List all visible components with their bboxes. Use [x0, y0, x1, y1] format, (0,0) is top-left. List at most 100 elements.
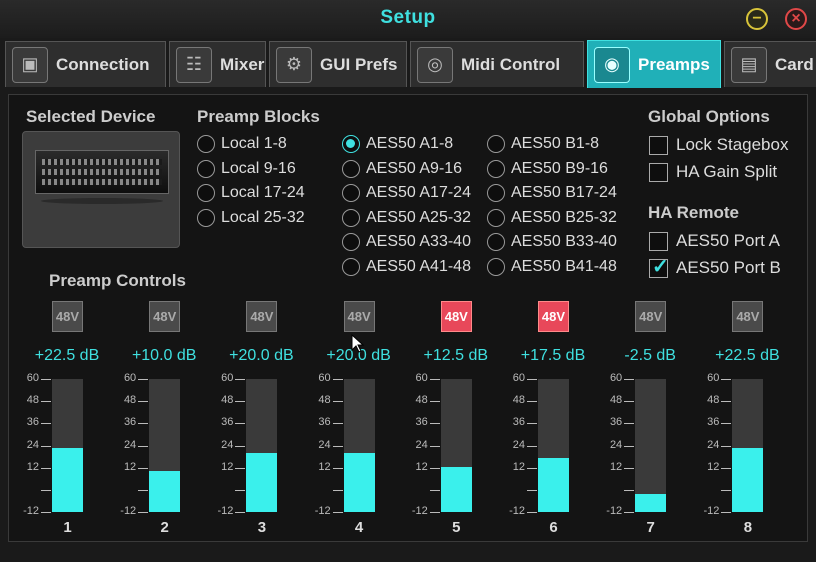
- radio-label: Local 17-24: [221, 184, 305, 201]
- gain-meter[interactable]: 60 48 36 24 12 -12 2: [116, 372, 208, 536]
- radio-icon[interactable]: [197, 159, 215, 178]
- radio-selected-icon[interactable]: [342, 135, 360, 153]
- scale-tick-line: [624, 401, 635, 403]
- title-bar[interactable]: Setup − ×: [0, 0, 816, 38]
- scale-tick-label: 24: [123, 438, 137, 451]
- radio-icon[interactable]: [487, 184, 505, 202]
- meter-track[interactable]: [52, 379, 83, 512]
- radio-icon[interactable]: [342, 233, 360, 251]
- gain-meter[interactable]: 60 48 36 24 12 -12 4: [311, 372, 403, 536]
- preamp-block-radio[interactable]: AES50 B1-8: [487, 133, 599, 155]
- gain-readout: +22.5 dB: [34, 347, 100, 364]
- checkbox-box[interactable]: [649, 162, 668, 182]
- option-checkbox[interactable]: HA Gain Split: [649, 161, 777, 183]
- phantom-48v-button[interactable]: 48V: [343, 301, 375, 332]
- scale-tick-label: -12: [23, 505, 39, 517]
- checkbox-box[interactable]: ✓: [649, 256, 669, 278]
- gain-meter[interactable]: 60 48 36 24 12 -12 8: [699, 372, 791, 536]
- preamp-block-radio[interactable]: AES50 A25-32: [342, 207, 471, 229]
- preamp-block-radio[interactable]: AES50 A17-24: [342, 182, 471, 204]
- checkbox-box[interactable]: [649, 135, 668, 155]
- tab-bar: ▣ Connection ☷ Mixer ⚙ GUI Prefs ◎ Midi …: [0, 38, 816, 88]
- radio-icon[interactable]: [342, 208, 360, 227]
- gain-meter[interactable]: 60 48 36 24 12 -12 5: [408, 372, 500, 536]
- radio-icon[interactable]: [197, 135, 215, 153]
- gain-meter[interactable]: 60 48 36 24 12 -12 1: [19, 372, 111, 536]
- gain-meter[interactable]: 60 48 36 24 12 -12 6: [505, 372, 597, 536]
- scale-tick-line: [624, 467, 635, 469]
- radio-icon[interactable]: [487, 135, 505, 153]
- option-checkbox[interactable]: AES50 Port A: [649, 230, 780, 252]
- preamp-block-radio[interactable]: Local 1-8: [197, 133, 287, 155]
- scale-tick-line: [235, 401, 246, 403]
- scale-tick-line: [527, 445, 537, 447]
- option-checkbox[interactable]: ✓ AES50 Port B: [649, 256, 781, 279]
- radio-label: AES50 B25-32: [511, 208, 617, 226]
- preamp-block-radio[interactable]: AES50 B9-16: [487, 158, 608, 180]
- preamp-block-radio[interactable]: AES50 A9-16: [342, 158, 462, 180]
- meter-track[interactable]: [538, 379, 569, 512]
- minimize-button[interactable]: −: [746, 8, 768, 30]
- scale-tick-label: 36: [512, 416, 525, 429]
- window-title: Setup: [380, 7, 436, 28]
- preamp-block-radio[interactable]: AES50 B41-48: [487, 256, 617, 278]
- phantom-48v-button[interactable]: 48V: [52, 301, 83, 332]
- meter-track[interactable]: [440, 379, 472, 512]
- preamp-block-radio[interactable]: AES50 A33-40: [342, 231, 471, 253]
- preamp-block-radio[interactable]: Local 9-16: [197, 158, 296, 180]
- preamp-block-radio[interactable]: Local 25-32: [197, 207, 305, 229]
- preamp-block-radio[interactable]: AES50 A1-8: [342, 133, 453, 155]
- meter-track[interactable]: [732, 379, 764, 512]
- scale-tick-line: [527, 401, 537, 403]
- gain-meter[interactable]: 60 48 36 24 12 -12 3: [213, 372, 305, 536]
- scale-tick-label: 48: [26, 394, 39, 407]
- tab-connection[interactable]: ▣ Connection: [5, 41, 166, 87]
- phantom-48v-button[interactable]: 48V: [149, 301, 181, 332]
- checkbox-box[interactable]: [649, 231, 668, 251]
- preamp-block-radio[interactable]: Local 17-24: [197, 182, 305, 204]
- phantom-48v-button[interactable]: 48V: [635, 301, 667, 332]
- radio-icon[interactable]: [487, 233, 505, 251]
- phantom-48v-button[interactable]: 48V: [538, 301, 569, 332]
- checkbox-label: Lock Stagebox: [676, 135, 789, 154]
- tab-midi-control[interactable]: ◎ Midi Control: [410, 41, 584, 87]
- phantom-48v-button[interactable]: 48V: [246, 301, 278, 332]
- meter-track[interactable]: [149, 379, 181, 512]
- meter-track[interactable]: [343, 379, 375, 512]
- tab-gui-prefs[interactable]: ⚙ GUI Prefs: [269, 41, 407, 87]
- scale-tick-line: [138, 467, 149, 469]
- preamp-block-radio[interactable]: AES50 B33-40: [487, 231, 617, 253]
- radio-icon[interactable]: [197, 208, 215, 227]
- radio-label: AES50 A41-48: [366, 257, 471, 275]
- preamp-block-radio[interactable]: AES50 B17-24: [487, 182, 617, 204]
- phantom-48v-button[interactable]: 48V: [440, 301, 472, 332]
- meter-track[interactable]: [635, 379, 667, 512]
- radio-icon[interactable]: [342, 184, 360, 202]
- close-button[interactable]: ×: [785, 8, 807, 30]
- channel-number: 4: [354, 519, 364, 536]
- radio-icon[interactable]: [487, 159, 505, 178]
- device-image: [22, 131, 180, 248]
- scale-tick-label: 60: [415, 372, 428, 384]
- radio-icon[interactable]: [342, 257, 360, 276]
- phantom-48v-button[interactable]: 48V: [732, 301, 764, 332]
- tab-card[interactable]: ▤ Card: [724, 41, 816, 87]
- radio-icon[interactable]: [487, 208, 505, 227]
- scale-tick-line: [235, 445, 246, 447]
- tab-preamps[interactable]: ◉ Preamps: [587, 40, 721, 88]
- scale-tick-line: [429, 512, 440, 513]
- radio-icon[interactable]: [342, 159, 360, 178]
- preamp-block-radio[interactable]: AES50 B25-32: [487, 207, 617, 229]
- preamp-block-radio[interactable]: AES50 A41-48: [342, 256, 471, 278]
- tab-label: Midi Control: [461, 54, 561, 74]
- meter-track[interactable]: [246, 379, 278, 512]
- scale-tick-line: [41, 445, 51, 447]
- option-checkbox[interactable]: Lock Stagebox: [649, 134, 788, 156]
- scale-tick-label: 12: [609, 460, 623, 473]
- radio-icon[interactable]: [197, 184, 215, 202]
- gain-meter[interactable]: 60 48 36 24 12 -12 7: [602, 372, 694, 536]
- gain-readout: +22.5 dB: [715, 347, 780, 364]
- radio-icon[interactable]: [487, 257, 505, 276]
- scale-tick-label: 12: [318, 460, 331, 473]
- tab-mixer[interactable]: ☷ Mixer: [169, 41, 266, 87]
